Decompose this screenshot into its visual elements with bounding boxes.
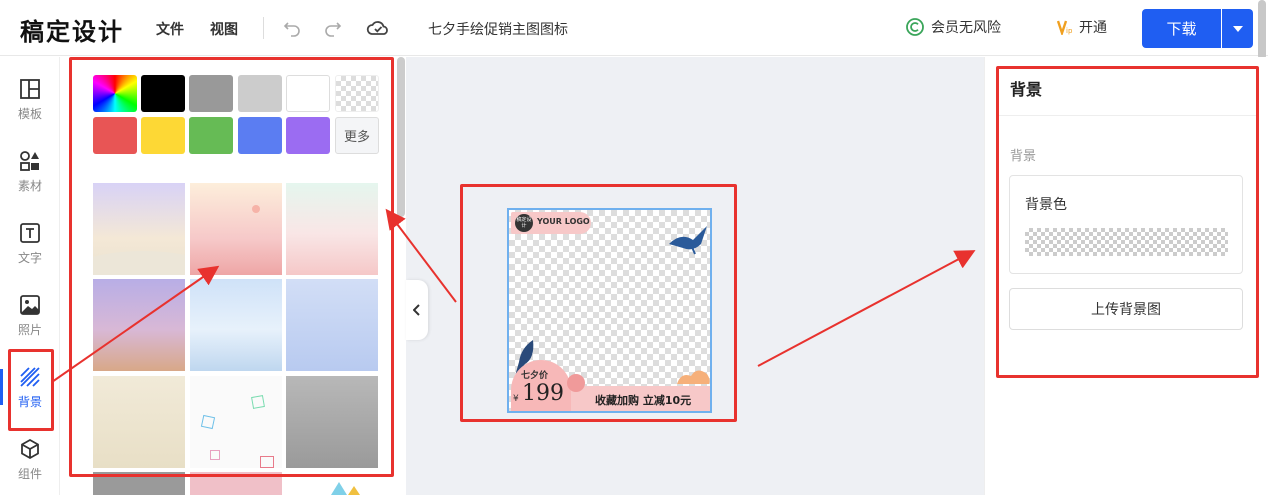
menu-view[interactable]: 视图 <box>210 19 238 39</box>
top-bar: 稿定设计 文件 视图 七夕手绘促销主图图标 会员无风险 ip 开通 下载 <box>0 0 1268 60</box>
component-icon <box>21 438 39 460</box>
more-colors-button[interactable]: 更多 <box>335 117 379 154</box>
chevron-left-icon <box>413 304 420 316</box>
background-color-card <box>1009 175 1243 274</box>
background-icon <box>20 367 40 387</box>
background-thumbnail[interactable] <box>190 279 282 371</box>
member-guarantee[interactable]: 会员无风险 <box>905 17 1001 37</box>
cloud-save-icon[interactable] <box>366 16 390 40</box>
toolbar-divider <box>263 17 264 39</box>
swatch-black[interactable] <box>141 75 185 112</box>
collapse-panel-button[interactable] <box>406 280 428 340</box>
swatch-blue[interactable] <box>238 117 282 154</box>
background-thumbnail[interactable] <box>93 472 185 495</box>
background-thumbnail[interactable] <box>190 472 282 495</box>
background-thumbnail[interactable] <box>93 376 185 468</box>
document-title[interactable]: 七夕手绘促销主图图标 <box>428 19 568 39</box>
logo-text: YOUR LOGO <box>537 217 590 226</box>
cloud-icon <box>677 370 710 384</box>
background-thumbnail[interactable] <box>93 279 185 371</box>
rail-item-elements[interactable]: 素材 <box>0 141 60 203</box>
background-thumbnail[interactable] <box>190 376 282 468</box>
background-color-label: 背景色 <box>1025 197 1067 213</box>
swatch-purple[interactable] <box>286 117 330 154</box>
left-rail: 模板 素材 文字 照片 背景 组件 <box>0 57 60 495</box>
swatch-gray[interactable] <box>189 75 233 112</box>
swatch-color-picker[interactable] <box>93 75 137 112</box>
template-icon <box>20 79 40 99</box>
panel-scrollbar[interactable] <box>397 57 405 217</box>
promo-text: 收藏加购 立减10元 <box>595 394 692 407</box>
background-thumbnail[interactable] <box>286 376 378 468</box>
redo-icon[interactable] <box>321 16 345 40</box>
rail-item-photo[interactable]: 照片 <box>0 285 60 347</box>
copyright-c-icon <box>906 18 924 36</box>
background-thumbnail[interactable] <box>93 183 185 275</box>
download-button[interactable]: 下载 <box>1142 9 1221 48</box>
swatch-green[interactable] <box>189 117 233 154</box>
panel-title: 背景 <box>1010 80 1043 99</box>
cloud-ornament <box>567 374 585 392</box>
menu-file[interactable]: 文件 <box>156 19 184 39</box>
rail-label: 背景 <box>17 395 42 409</box>
background-thumbnail[interactable] <box>190 183 282 275</box>
rail-item-component[interactable]: 组件 <box>0 429 60 491</box>
properties-panel <box>984 57 1268 495</box>
magpie-bird-icon <box>669 226 707 255</box>
logo-badge: 稿定设计 <box>515 214 533 232</box>
download-dropdown-button[interactable] <box>1222 9 1253 48</box>
rail-label: 素材 <box>17 179 42 193</box>
rail-item-template[interactable]: 模板 <box>0 69 60 131</box>
rail-item-background[interactable]: 背景 <box>0 357 60 419</box>
rail-label: 照片 <box>17 323 42 337</box>
background-thumbnail[interactable] <box>286 472 378 495</box>
price-label: 七夕价 <box>521 371 549 381</box>
swatch-light-gray[interactable] <box>238 75 282 112</box>
rail-item-text[interactable]: 文字 <box>0 213 60 275</box>
swatch-transparent[interactable] <box>335 75 379 112</box>
text-icon <box>20 223 40 243</box>
vip-icon: ip <box>1057 20 1073 35</box>
app-logo[interactable]: 稿定设计 <box>20 12 124 47</box>
upload-background-button[interactable]: 上传背景图 <box>1009 288 1243 330</box>
rail-label: 模板 <box>17 107 42 121</box>
price-value: 199 <box>522 381 564 406</box>
swatch-yellow[interactable] <box>141 117 185 154</box>
swatch-red[interactable] <box>93 117 137 154</box>
currency-symbol: ¥ <box>513 394 519 404</box>
caret-down-icon <box>1232 25 1243 32</box>
rail-label: 组件 <box>17 467 42 481</box>
open-vip-button[interactable]: ip 开通 <box>1057 17 1107 37</box>
page-scrollbar[interactable] <box>1258 0 1266 60</box>
rail-label: 文字 <box>17 251 42 265</box>
design-canvas[interactable]: 稿定设计 YOUR LOGO 七夕价 ¥ 199 收藏加购 立减10元 <box>507 208 712 413</box>
background-thumbnail[interactable] <box>286 279 378 371</box>
member-label: 会员无风险 <box>931 20 1001 36</box>
section-label: 背景 <box>1010 149 1037 164</box>
photo-icon <box>20 295 40 315</box>
elements-icon <box>20 151 39 171</box>
panel-divider <box>998 115 1256 116</box>
background-thumbnail[interactable] <box>286 183 378 275</box>
undo-icon[interactable] <box>280 16 304 40</box>
swatch-white[interactable] <box>286 75 330 112</box>
svg-text:ip: ip <box>1066 27 1073 35</box>
open-vip-label: 开通 <box>1079 20 1107 36</box>
background-color-picker[interactable] <box>1025 228 1228 256</box>
